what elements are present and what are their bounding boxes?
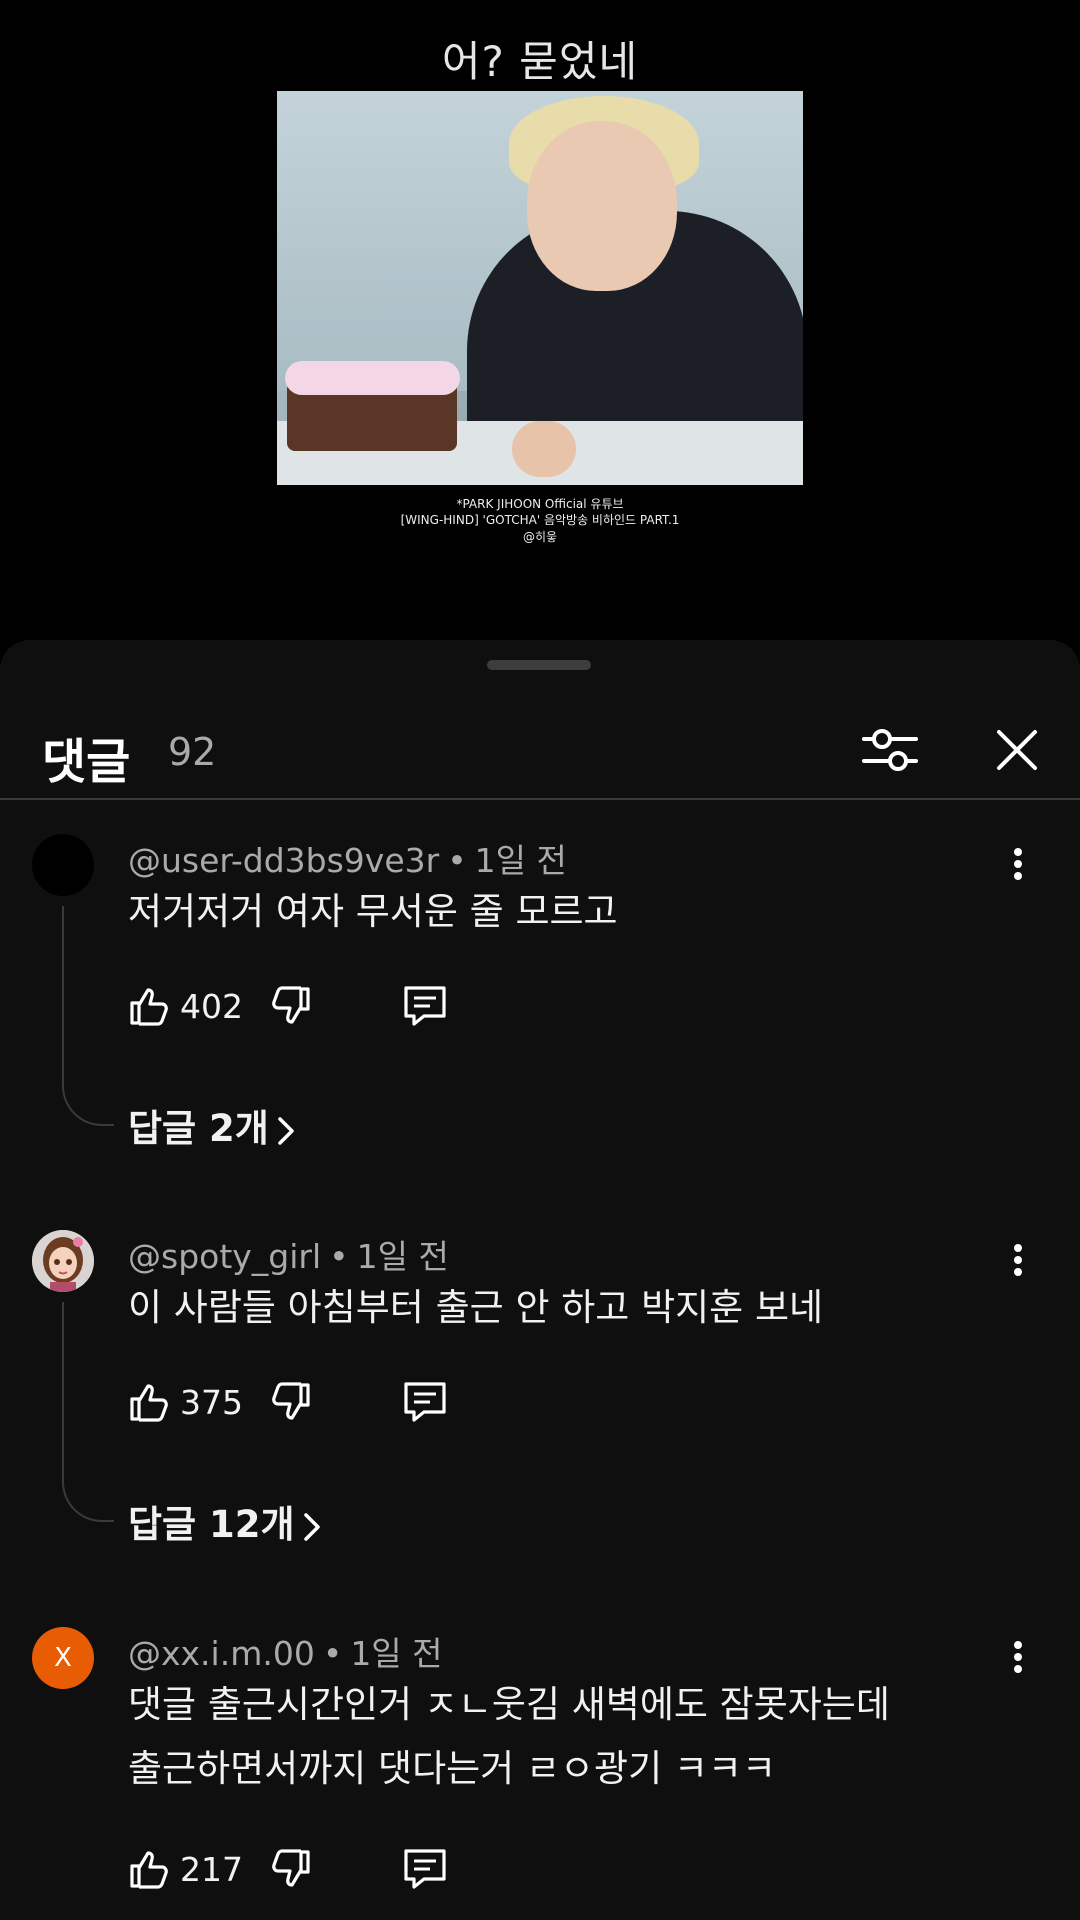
chevron-right-icon: [278, 1116, 294, 1145]
comment-actions: 375: [128, 1374, 528, 1430]
more-vertical-icon: [1014, 1244, 1022, 1276]
avatar-letter: X: [54, 1643, 72, 1673]
reply-button[interactable]: [402, 1841, 450, 1897]
comment-text-line: 출근하면서까지 댓다는거 ㄹㅇ광기 ㅋㅋㅋ: [128, 1747, 777, 1790]
comment-text: 저거저거 여자 무서운 줄 모르고: [128, 890, 618, 933]
more-vertical-icon: [1014, 1641, 1022, 1673]
sliders-icon: [862, 729, 918, 771]
filter-button[interactable]: [855, 715, 925, 785]
like-button[interactable]: [128, 978, 172, 1034]
like-count: 217: [180, 1850, 243, 1889]
more-options-button[interactable]: [998, 1230, 1038, 1290]
comment-time: 1일 전: [474, 841, 567, 880]
frame-hand: [512, 421, 576, 477]
comment-meta: @user-dd3bs9ve3r • 1일 전: [128, 841, 567, 880]
thumbs-down-icon: [272, 986, 310, 1024]
replies-label: 답글 12개: [128, 1503, 295, 1546]
thread-line: [62, 906, 114, 1126]
comments-header: 댓글 92: [0, 700, 1080, 800]
reply-button[interactable]: [402, 978, 450, 1034]
like-count: 402: [180, 987, 243, 1026]
comment-text-line: 댓글 출근시간인거 ㅈㄴ웃김 새벽에도 잠못자는데: [128, 1683, 890, 1726]
frame-cake-cream: [285, 361, 460, 395]
thumbs-up-icon: [130, 1384, 168, 1422]
like-button[interactable]: [128, 1841, 172, 1897]
drag-handle[interactable]: [487, 660, 591, 670]
close-button[interactable]: [982, 715, 1052, 785]
comment-time: 1일 전: [350, 1634, 443, 1673]
avatar[interactable]: [32, 834, 94, 896]
thread-line: [62, 1302, 114, 1522]
comment-item: @spoty_girl • 1일 전 이 사람들 아침부터 출근 안 하고 박지훈 …: [0, 1226, 1080, 1626]
view-replies-link[interactable]: 답글 12개: [128, 1494, 321, 1548]
comment-item: X @xx.i.m.00 • 1일 전 댓글 출근시간인거 ㅈㄴ웃김 새벽에도 잠못…: [0, 1623, 1080, 1920]
close-icon: [997, 730, 1037, 770]
video-player[interactable]: 어? 묻었네 *PARK JIHOON Official 유튜브 [WING-H…: [0, 0, 1080, 640]
credit-line: @히읗: [522, 530, 558, 544]
like-button[interactable]: [128, 1374, 172, 1430]
header-divider: [0, 798, 1080, 800]
comment-icon: [404, 1382, 446, 1422]
frame-person-face: [527, 121, 677, 291]
comments-sheet: 댓글 92 @user-dd3bs9ve3r • 1일 전 저거저거 여자 무서…: [0, 640, 1080, 1920]
comment-time: 1일 전: [356, 1237, 449, 1276]
thumbs-down-icon: [272, 1849, 310, 1887]
dislike-button[interactable]: [270, 1841, 314, 1897]
credit-line: [WING-HIND] 'GOTCHA' 음악방송 비하인드 PART.1: [400, 513, 680, 527]
replies-label: 답글 2개: [128, 1107, 269, 1150]
comment-author[interactable]: @spoty_girl: [128, 1237, 321, 1276]
video-frame-image: [277, 91, 803, 485]
more-options-button[interactable]: [998, 834, 1038, 894]
thumbs-up-icon: [130, 988, 168, 1026]
comment-meta: @xx.i.m.00 • 1일 전: [128, 1634, 443, 1673]
credit-line: *PARK JIHOON Official 유튜브: [456, 497, 624, 511]
comments-title: 댓글: [42, 734, 131, 790]
video-caption: 어? 묻었네: [441, 37, 639, 86]
comment-author[interactable]: @xx.i.m.00: [128, 1634, 315, 1673]
thumbs-down-icon: [272, 1382, 310, 1420]
dislike-button[interactable]: [270, 978, 314, 1034]
view-replies-link[interactable]: 답글 2개: [128, 1098, 295, 1152]
more-vertical-icon: [1014, 848, 1022, 880]
comment-icon: [404, 986, 446, 1026]
reply-button[interactable]: [402, 1374, 450, 1430]
comment-actions: 402: [128, 978, 528, 1034]
like-count: 375: [180, 1383, 243, 1422]
more-options-button[interactable]: [998, 1627, 1038, 1687]
comments-count: 92: [168, 730, 217, 774]
comment-author[interactable]: @user-dd3bs9ve3r: [128, 841, 439, 880]
avatar[interactable]: X: [32, 1627, 94, 1689]
comment-item: @user-dd3bs9ve3r • 1일 전 저거저거 여자 무서운 줄 모르고 …: [0, 830, 1080, 1230]
comment-actions: 217: [128, 1841, 528, 1897]
comment-meta: @spoty_girl • 1일 전: [128, 1237, 449, 1276]
comment-text: 이 사람들 아침부터 출근 안 하고 박지훈 보네: [128, 1286, 824, 1329]
comment-icon: [404, 1849, 446, 1889]
dislike-button[interactable]: [270, 1374, 314, 1430]
avatar[interactable]: [32, 1230, 94, 1292]
cartoon-girl-avatar-icon: [32, 1230, 94, 1292]
thumbs-up-icon: [130, 1851, 168, 1889]
chevron-right-icon: [303, 1512, 320, 1541]
